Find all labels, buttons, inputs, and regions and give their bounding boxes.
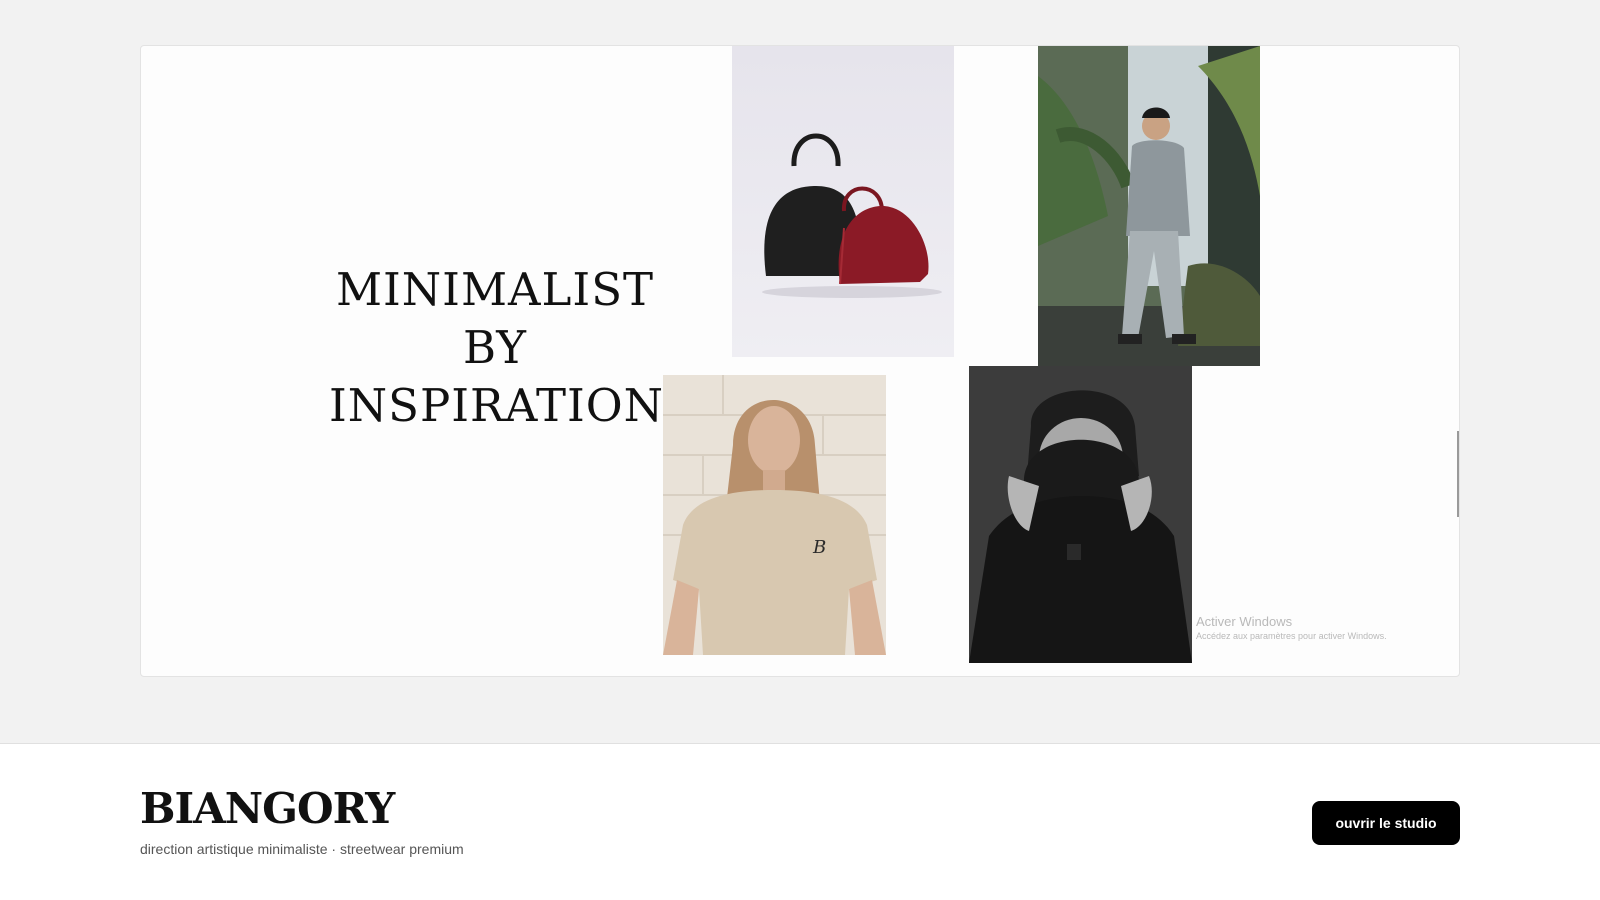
watermark-title: Activer Windows — [1196, 614, 1293, 629]
watermark-subtitle: Accédez aux paramètres pour activer Wind… — [1196, 631, 1387, 641]
handbags-photo — [732, 46, 954, 357]
man-sweater-photo — [969, 366, 1192, 663]
child-streetwear-photo — [1038, 46, 1260, 366]
headline-line-2: BY — [463, 321, 527, 374]
brand-tagline: direction artistique minimaliste · stree… — [140, 841, 464, 857]
footer: BIANGORY direction artistique minimalist… — [0, 743, 1600, 900]
hero-card: MINIMALIST BY INSPIRATION B Activer Wind… — [140, 45, 1460, 677]
brand-logo[interactable]: BIANGORY — [140, 784, 395, 833]
headline-line-1: MINIMALIST — [335, 263, 655, 316]
hero-headline: MINIMALIST BY INSPIRATION — [329, 261, 665, 435]
scrollbar-thumb[interactable] — [1457, 431, 1459, 517]
headline-line-3: INSPIRATION — [329, 379, 665, 432]
woman-tshirt-photo: B — [663, 375, 886, 655]
open-studio-button[interactable]: ouvrir le studio — [1312, 801, 1460, 845]
windows-activation-watermark: Activer Windows Accédez aux paramètres p… — [1196, 614, 1387, 641]
tshirt-logo: B — [812, 537, 826, 558]
